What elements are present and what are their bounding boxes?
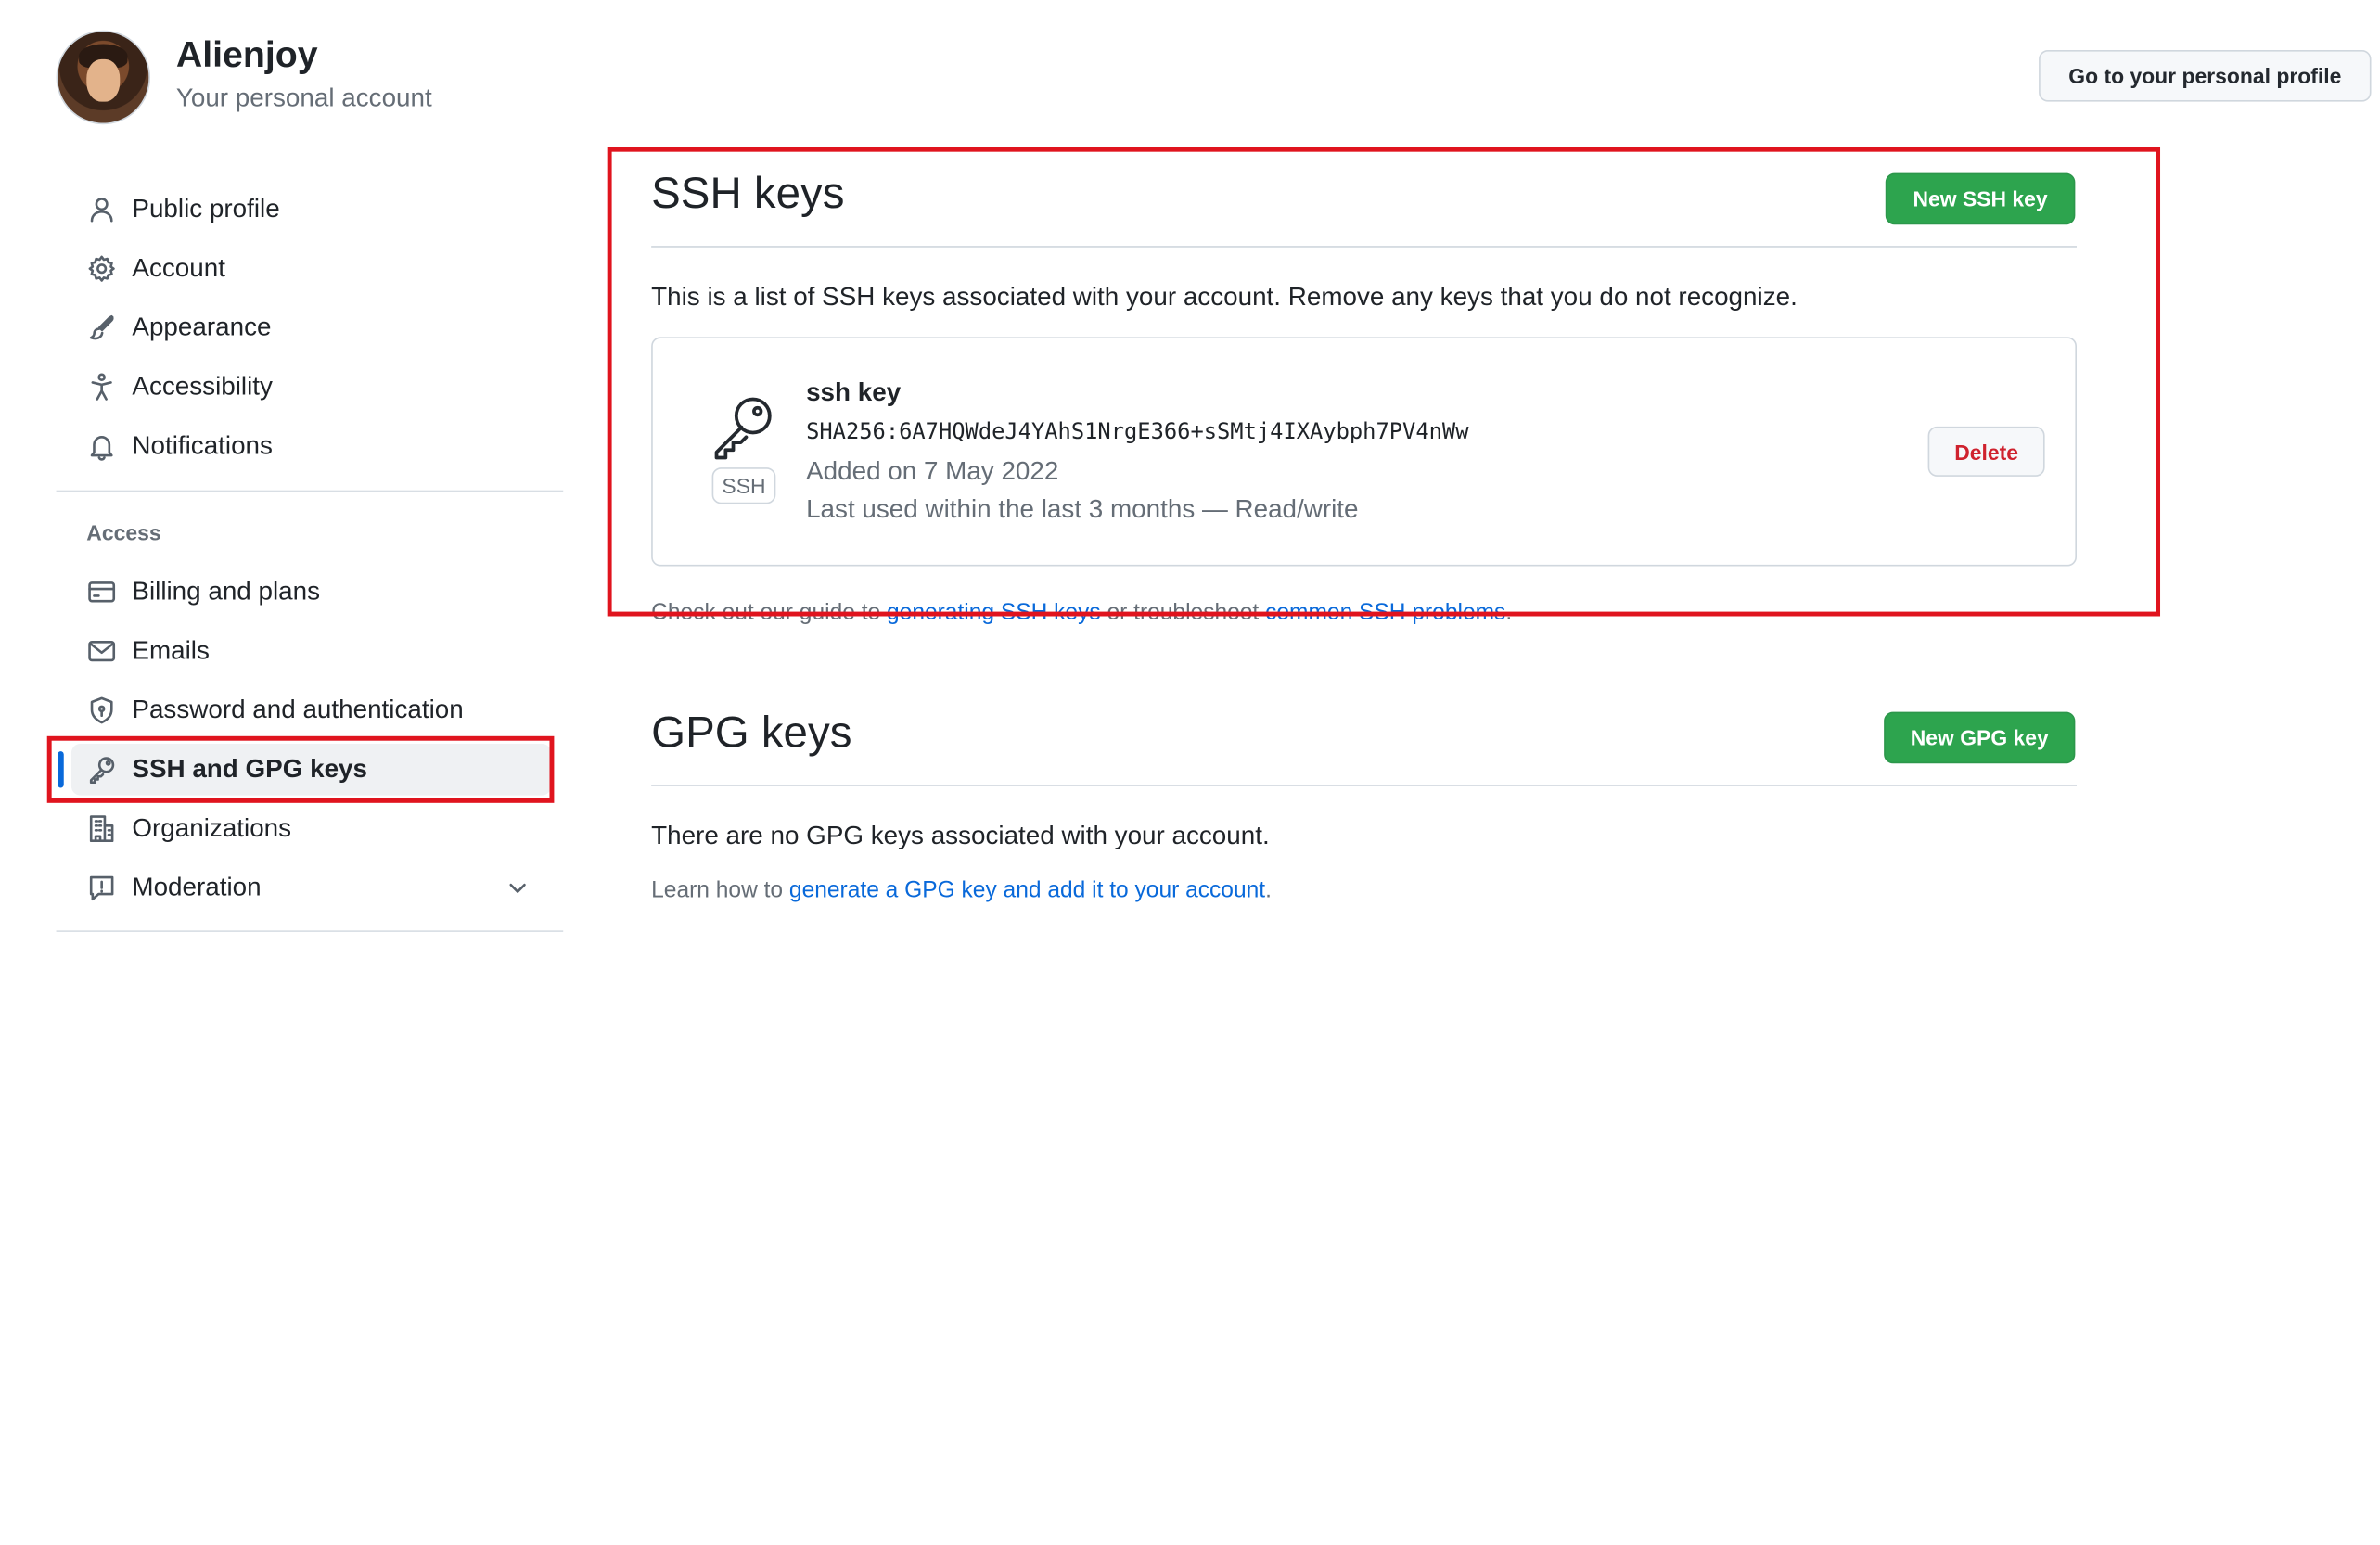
gpg-section-divider [651, 785, 2078, 786]
sidebar-item-label: Moderation [132, 873, 262, 902]
sidebar-item-label: Account [132, 253, 225, 283]
sidebar-item-label: Organizations [132, 813, 292, 843]
credit-card-icon [83, 574, 120, 610]
sidebar-item-label: Public profile [132, 194, 280, 223]
sidebar-item-label: Password and authentication [132, 695, 464, 724]
sidebar-heading-access: Access [86, 520, 161, 545]
user-name[interactable]: Alienjoy [176, 35, 318, 78]
chevron-down-icon[interactable] [505, 875, 530, 900]
sidebar-item-label: Notifications [132, 430, 273, 460]
organization-icon [83, 811, 120, 847]
sidebar-item-public-profile[interactable]: Public profile [71, 184, 551, 236]
mail-icon [83, 633, 120, 670]
sidebar-item-accessibility[interactable]: Accessibility [71, 362, 551, 414]
gpg-section-title: GPG keys [651, 709, 852, 758]
report-icon [83, 870, 120, 906]
learn-suffix: . [1265, 877, 1272, 903]
learn-prefix: Learn how to [651, 877, 789, 903]
sidebar-item-appearance[interactable]: Appearance [71, 302, 551, 354]
sidebar-item-notifications[interactable]: Notifications [71, 420, 551, 472]
sidebar-item-label: Appearance [132, 313, 272, 342]
gpg-empty-text: There are no GPG keys associated with yo… [651, 821, 1270, 850]
sidebar-divider [56, 930, 564, 932]
paintbrush-icon [83, 310, 120, 346]
generate-gpg-key-link[interactable]: generate a GPG key and add it to your ac… [789, 877, 1265, 903]
shield-lock-icon [83, 692, 120, 728]
highlight-box-sidebar [46, 735, 555, 803]
sidebar-item-billing[interactable]: Billing and plans [71, 566, 551, 618]
gpg-learn-text: Learn how to generate a GPG key and add … [651, 877, 1272, 903]
sidebar-divider [56, 490, 564, 492]
sidebar-item-label: Billing and plans [132, 576, 321, 607]
sidebar-item-organizations[interactable]: Organizations [71, 803, 551, 855]
sidebar-item-emails[interactable]: Emails [71, 625, 551, 677]
accessibility-icon [83, 369, 120, 405]
sidebar-item-label: Accessibility [132, 371, 273, 402]
person-icon [83, 191, 120, 227]
highlight-box-ssh-keys [607, 147, 2161, 617]
sidebar-item-moderation[interactable]: Moderation [71, 862, 551, 914]
avatar[interactable] [56, 30, 151, 125]
avatar-face [86, 58, 121, 102]
sidebar-item-account[interactable]: Account [71, 243, 551, 295]
go-to-profile-button[interactable]: Go to your personal profile [2039, 50, 2372, 102]
new-gpg-key-button[interactable]: New GPG key [1884, 711, 2076, 764]
sidebar-item-label: Emails [132, 635, 210, 665]
gear-icon [83, 250, 120, 287]
bell-icon [83, 428, 120, 465]
user-subtitle: Your personal account [175, 83, 432, 113]
sidebar-item-password[interactable]: Password and authentication [71, 684, 551, 736]
